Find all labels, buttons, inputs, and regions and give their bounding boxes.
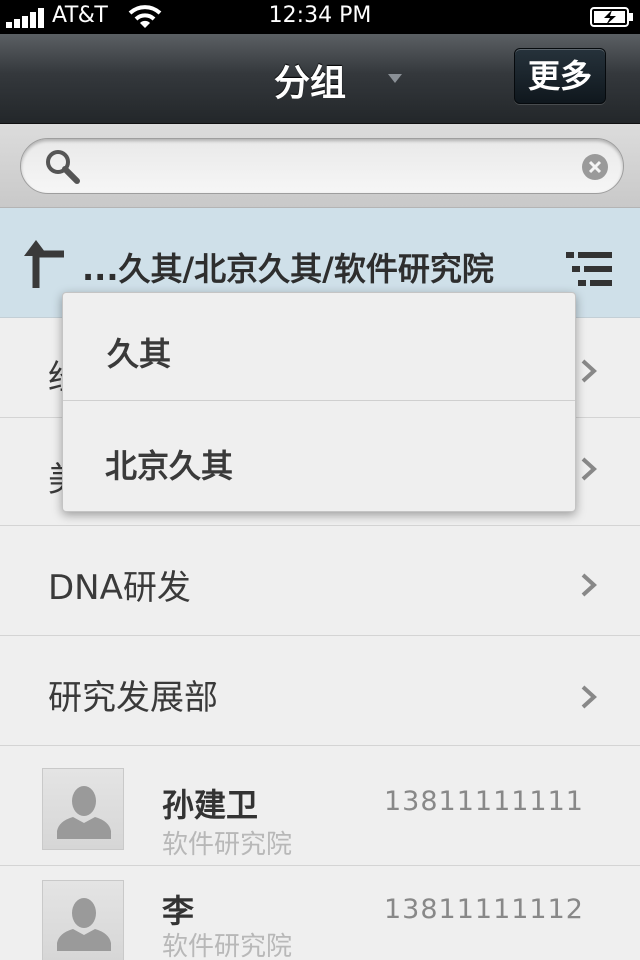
chevron-right-icon — [581, 457, 597, 481]
search-icon — [46, 150, 80, 184]
search-input[interactable] — [91, 147, 571, 185]
chevron-right-icon — [581, 685, 597, 709]
popup-menu-item[interactable]: 久其 — [63, 293, 575, 401]
contact-row[interactable]: 李 软件研究院 13811111112 — [0, 866, 640, 960]
search-bar — [0, 124, 640, 208]
contact-department: 软件研究院 — [162, 932, 293, 960]
avatar — [42, 880, 124, 960]
person-icon — [57, 898, 111, 951]
chevron-right-icon — [581, 573, 597, 597]
contact-phone[interactable]: 13811111111 — [384, 786, 584, 817]
chevron-right-icon — [581, 359, 597, 383]
clear-icon[interactable] — [581, 153, 609, 181]
contact-name: 孙建卫 — [162, 786, 259, 824]
group-row[interactable]: 研究发展部 — [0, 636, 640, 746]
up-arrow-icon[interactable] — [24, 240, 66, 290]
search-field[interactable] — [20, 138, 624, 194]
contact-row[interactable]: 孙建卫 软件研究院 13811111111 — [0, 746, 640, 866]
group-row[interactable]: DNA研发 — [0, 526, 640, 636]
popup-menu-item-label: 久其 — [107, 335, 172, 373]
status-time: 12:34 PM — [268, 3, 372, 28]
page-title-text: 分组 — [273, 63, 346, 104]
person-icon — [57, 786, 111, 839]
popup-menu-item[interactable]: 北京久其 — [63, 401, 575, 509]
nav-bar: 分组 更多 — [0, 34, 640, 124]
breadcrumb-path[interactable]: ...久其/北京久其/软件研究院 — [82, 244, 494, 290]
breadcrumb-popup-menu: 久其 北京久其 — [62, 292, 576, 512]
more-button[interactable]: 更多 — [514, 48, 606, 104]
group-label: 研究发展部 — [48, 678, 218, 718]
avatar — [42, 768, 124, 850]
popup-menu-item-label: 北京久其 — [105, 447, 234, 485]
status-bar: AT&T 12:34 PM — [0, 0, 640, 34]
contact-phone[interactable]: 13811111112 — [384, 894, 584, 925]
group-label: DNA研发 — [48, 568, 191, 608]
contact-department: 软件研究院 — [162, 830, 293, 860]
list-icon[interactable] — [566, 252, 612, 286]
dropdown-caret-icon[interactable] — [388, 74, 402, 84]
battery-charging-icon — [590, 7, 633, 27]
